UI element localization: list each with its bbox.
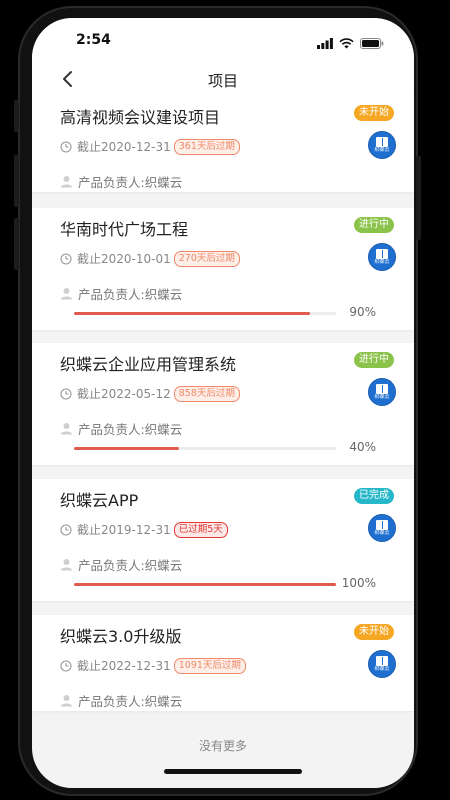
remaining-days-tag: 858天后过期	[173, 385, 240, 402]
project-card[interactable]: 华南时代广场工程 进行中织蝶云 截止2020-10-01 270天后过期产品负责人:织…	[32, 208, 414, 330]
person-icon	[60, 175, 73, 188]
volume-down-button	[14, 218, 19, 270]
clock-icon	[60, 387, 72, 400]
progress-fill	[74, 447, 179, 450]
owner-row: 产品负责人:织蝶云	[60, 555, 182, 574]
no-more-text: 没有更多	[198, 739, 247, 753]
remaining-days-tag: 270天后过期	[173, 250, 240, 267]
deadline-date: 截止2019-12-31	[77, 523, 171, 537]
system-icons	[317, 34, 384, 53]
app-logo-icon: 织蝶云	[368, 514, 396, 542]
wifi-icon	[339, 34, 354, 53]
book-icon	[376, 656, 388, 666]
logo-text: 织蝶云	[374, 259, 390, 265]
person-icon	[60, 694, 73, 707]
status-time: 2:54	[76, 32, 111, 48]
progress-percent: 100%	[341, 576, 376, 590]
deadline-row: 截止2019-12-31 已过期5天	[60, 521, 228, 538]
clock-icon	[60, 252, 72, 265]
project-card[interactable]: 织蝶云APP 已完成织蝶云 截止2019-12-31 已过期5天产品负责人:织蝶云 10…	[32, 479, 414, 601]
remaining-days-tag: 361天后过期	[173, 138, 240, 155]
project-card[interactable]: 织蝶云3.0升级版 未开始织蝶云 截止2022-12-31 1091天后过期产品负责人…	[32, 615, 414, 711]
owner-row: 产品负责人:织蝶云	[60, 691, 182, 710]
clock-icon	[60, 523, 72, 536]
deadline-date: 截止2022-12-31	[77, 659, 171, 673]
deadline-row: 截止2022-12-31 1091天后过期	[60, 657, 246, 674]
app-logo-icon: 织蝶云	[368, 243, 396, 271]
book-icon	[376, 137, 388, 147]
navigation-bar: 项目	[32, 62, 414, 96]
progress-percent: 90%	[349, 305, 376, 319]
status-badge: 未开始	[354, 105, 394, 121]
person-icon	[60, 287, 73, 300]
status-badge: 进行中	[354, 352, 394, 368]
logo-text: 织蝶云	[374, 530, 390, 536]
book-icon	[376, 384, 388, 394]
app-logo-icon: 织蝶云	[368, 378, 396, 406]
power-button	[416, 156, 421, 240]
owner-row: 产品负责人:织蝶云	[60, 172, 182, 191]
owner-row: 产品负责人:织蝶云	[60, 284, 182, 303]
status-badge: 进行中	[354, 217, 394, 233]
deadline-date: 截止2022-05-12	[77, 387, 171, 401]
book-icon	[376, 520, 388, 530]
app-screen: 2:54 项目 高清视频会议建设项目 未开始 织蝶云 截止2020-12-31 361天…	[32, 18, 414, 788]
clock-icon	[60, 659, 72, 672]
project-card[interactable]: 织蝶云企业应用管理系统 进行中织蝶云 截止2022-05-12 858天后过期产品负责…	[32, 343, 414, 465]
remaining-days-tag: 1091天后过期	[173, 657, 246, 674]
project-title: 华南时代广场工程	[60, 220, 189, 239]
owner-text: 产品负责人:织蝶云	[78, 694, 183, 709]
progress-fill	[74, 312, 310, 315]
owner-text: 产品负责人:织蝶云	[78, 175, 183, 190]
status-badge: 未开始	[354, 624, 394, 640]
project-title: 织蝶云企业应用管理系统	[60, 355, 237, 374]
signal-icon	[317, 34, 333, 53]
book-icon	[376, 249, 388, 259]
owner-row: 产品负责人:织蝶云	[60, 419, 182, 438]
owner-text: 产品负责人:织蝶云	[78, 287, 183, 302]
progress-percent: 40%	[349, 440, 376, 454]
overdue-tag: 已过期5天	[173, 521, 228, 538]
status-bar: 2:54	[32, 18, 414, 62]
progress-fill	[74, 583, 336, 586]
clock-icon	[60, 140, 72, 153]
progress-bar	[74, 312, 336, 315]
logo-text: 织蝶云	[374, 394, 390, 400]
progress-bar	[74, 583, 336, 586]
person-icon	[60, 422, 73, 435]
app-logo-icon: 织蝶云	[368, 131, 396, 159]
deadline-date: 截止2020-10-01	[77, 252, 171, 266]
battery-icon	[360, 34, 384, 53]
deadline-date: 截止2020-12-31	[77, 140, 171, 154]
owner-text: 产品负责人:织蝶云	[78, 422, 183, 437]
mute-switch	[14, 100, 19, 132]
deadline-row: 截止2020-10-01 270天后过期	[60, 250, 240, 267]
logo-text: 织蝶云	[374, 147, 390, 153]
deadline-row: 截止2022-05-12 858天后过期	[60, 385, 240, 402]
project-title: 织蝶云3.0升级版	[60, 627, 182, 646]
progress-bar	[74, 447, 336, 450]
deadline-row: 截止2020-12-31 361天后过期	[60, 138, 240, 155]
status-badge: 已完成	[354, 488, 394, 504]
app-logo-icon: 织蝶云	[368, 650, 396, 678]
logo-text: 织蝶云	[374, 666, 390, 672]
person-icon	[60, 558, 73, 571]
project-title: 织蝶云APP	[60, 491, 139, 510]
owner-text: 产品负责人:织蝶云	[78, 558, 183, 573]
home-indicator[interactable]	[164, 769, 302, 774]
page-title: 项目	[207, 72, 238, 90]
volume-up-button	[14, 155, 19, 207]
project-title: 高清视频会议建设项目	[60, 108, 221, 127]
project-card[interactable]: 高清视频会议建设项目 未开始织蝶云 截止2020-12-31 361天后过期产品负责人…	[32, 96, 414, 192]
